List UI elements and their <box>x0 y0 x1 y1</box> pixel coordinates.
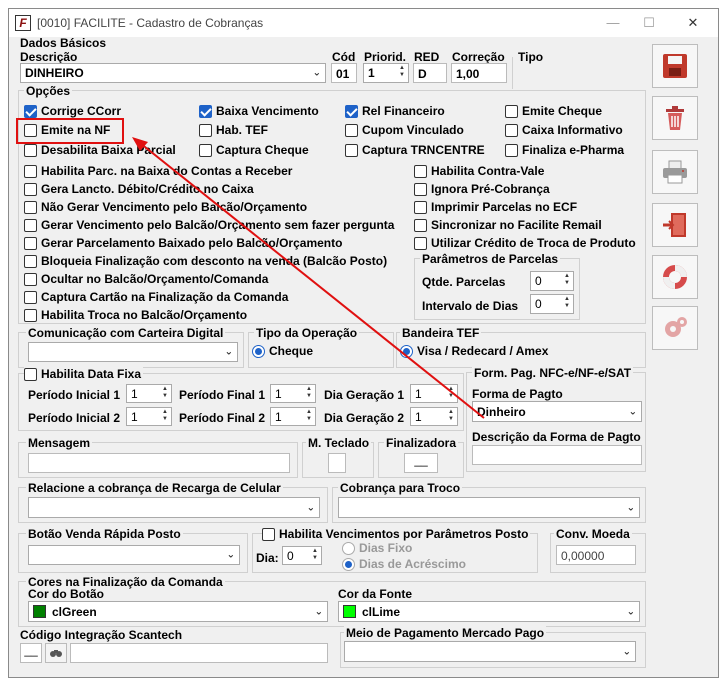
annotation-arrow <box>132 137 485 419</box>
